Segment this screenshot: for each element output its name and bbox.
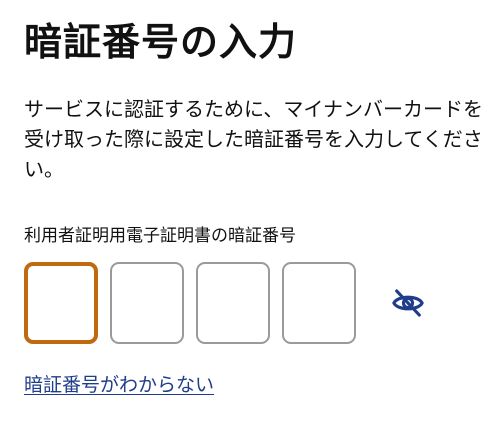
instruction-text: サービスに認証するために、マイナンバーカードを受け取った際に設定した暗証番号を入…	[24, 97, 483, 181]
page-title: 暗証番号の入力	[24, 20, 298, 64]
pin-digit-box-2[interactable]	[110, 262, 184, 344]
pin-input-group	[24, 262, 428, 344]
pin-digit-box-4[interactable]	[282, 262, 356, 344]
eye-slash-icon	[392, 289, 424, 317]
forgot-pin-link[interactable]: 暗証番号がわからない	[24, 372, 214, 398]
toggle-pin-visibility-button[interactable]	[388, 283, 428, 323]
pin-field-label: 利用者証明用電子証明書の暗証番号	[24, 226, 296, 246]
pin-digit-box-3[interactable]	[196, 262, 270, 344]
pin-digit-box-1[interactable]	[24, 262, 98, 344]
